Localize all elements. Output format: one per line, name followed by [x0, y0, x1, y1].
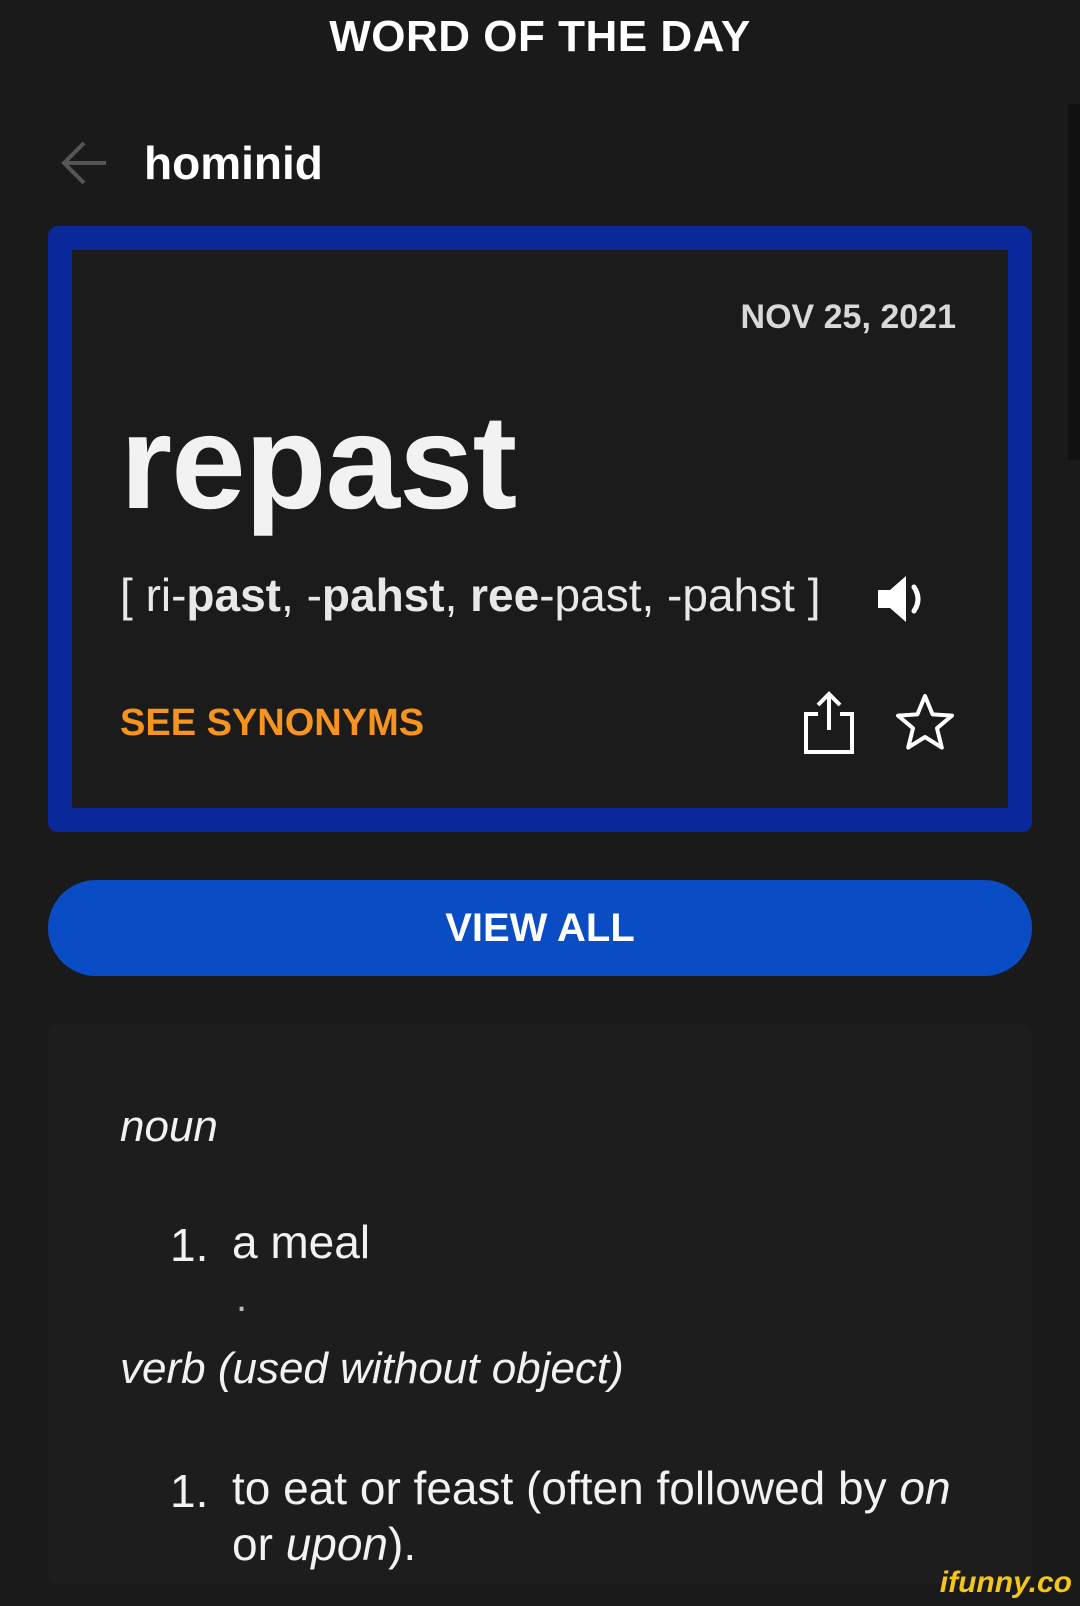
- pron-part: -past, -pahst ]: [539, 569, 821, 621]
- definitions-panel: noun 1. a meal . verb (used without obje…: [48, 1024, 1032, 1584]
- watermark: ifunny.co: [939, 1566, 1072, 1599]
- share-icon[interactable]: [800, 690, 858, 756]
- pron-stress: pahst: [321, 569, 445, 621]
- pronunciation: [ ri-past, -pahst, ree-past, -pahst ]: [120, 568, 820, 622]
- pron-part: , -: [281, 569, 322, 621]
- definition-text: to eat or feast (often followed by on or…: [232, 1460, 952, 1572]
- part-of-speech-noun: noun: [120, 1102, 218, 1151]
- page: WORD OF THE DAY hominid NOV 25, 2021 rep…: [0, 0, 1080, 1606]
- definition-emphasis: upon: [285, 1518, 389, 1570]
- definition-number: 1.: [170, 1219, 209, 1271]
- nav-bar: hominid: [58, 128, 323, 198]
- definition-trailing-dot: .: [236, 1276, 248, 1320]
- definition-number: 1.: [170, 1465, 209, 1517]
- card-body: NOV 25, 2021 repast [ ri-past, -pahst, r…: [72, 250, 1008, 808]
- page-title: WORD OF THE DAY: [329, 12, 751, 61]
- word-headline: repast: [120, 388, 517, 537]
- definition-fragment: or: [232, 1518, 286, 1570]
- nav-title: hominid: [144, 137, 323, 189]
- scrollbar[interactable]: [1068, 104, 1080, 460]
- pron-stress: past: [186, 569, 282, 621]
- arrow-left-icon[interactable]: [58, 136, 112, 190]
- part-of-speech-verb: verb (used without object): [120, 1344, 624, 1393]
- pron-part: ,: [444, 569, 471, 621]
- definition-emphasis: on: [899, 1462, 951, 1514]
- definition-fragment: ).: [388, 1518, 417, 1570]
- definition-text: a meal: [232, 1216, 371, 1268]
- date-label: NOV 25, 2021: [740, 298, 956, 336]
- star-icon[interactable]: [894, 692, 956, 754]
- word-of-day-card: NOV 25, 2021 repast [ ri-past, -pahst, r…: [48, 226, 1032, 832]
- see-synonyms-link[interactable]: SEE SYNONYMS: [120, 702, 424, 745]
- pron-open: [: [120, 569, 146, 621]
- speaker-icon[interactable]: [872, 570, 936, 628]
- pron-part: ri-: [145, 569, 187, 621]
- pron-stress: ree: [470, 569, 540, 621]
- view-all-button[interactable]: VIEW ALL: [48, 880, 1032, 976]
- definition-fragment: to eat or feast (often followed by: [232, 1462, 900, 1514]
